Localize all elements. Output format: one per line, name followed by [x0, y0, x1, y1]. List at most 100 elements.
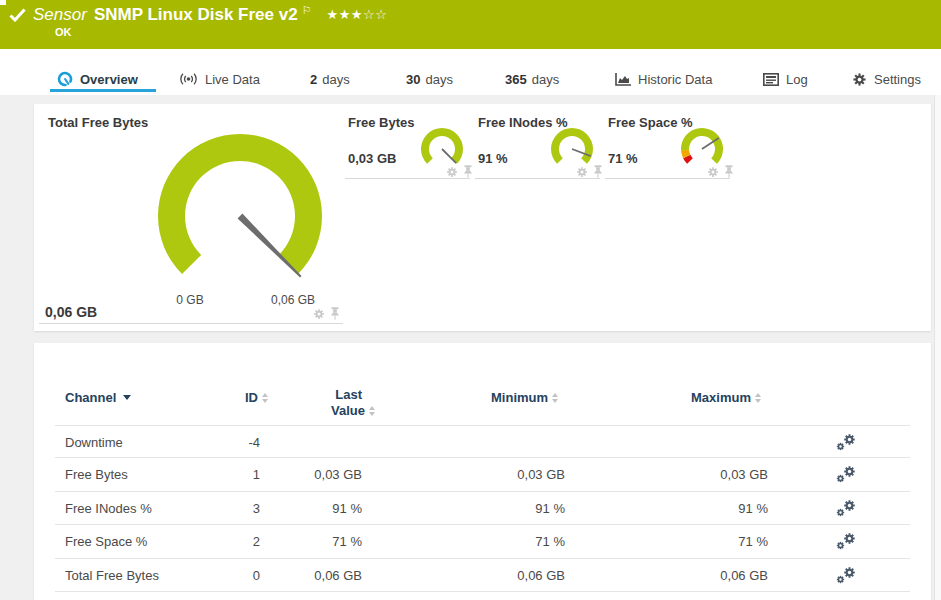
- sensor-status-badge: OK: [55, 26, 72, 38]
- table-row-free-bytes[interactable]: Free Bytes 1 0,03 GB 0,03 GB 0,03 GB: [55, 458, 910, 491]
- sort-icon: [262, 393, 268, 403]
- tab-log-label: Log: [786, 72, 808, 87]
- channel-last-value: 0,06 GB: [275, 568, 362, 583]
- pin-icon[interactable]: [463, 165, 473, 178]
- gauge-max-label: 0,06 GB: [253, 293, 333, 307]
- channel-name[interactable]: Free INodes %: [65, 501, 152, 516]
- column-header-maximum-label: Maximum: [691, 390, 751, 405]
- area-chart-icon: [615, 73, 631, 86]
- divider: [475, 178, 600, 179]
- sort-caret-icon: [123, 395, 131, 400]
- channel-last-value: 91 %: [275, 501, 362, 516]
- channels-panel: Channel ID Last Value Minimum Maximum Do…: [34, 343, 931, 600]
- tab-30-days-num: 30: [406, 72, 420, 87]
- gauge-icon: [57, 71, 73, 87]
- channel-last-value: 0,03 GB: [275, 467, 362, 482]
- table-row-free-space[interactable]: Free Space % 2 71 % 71 % 71 %: [55, 525, 910, 558]
- gauge-value-total-free-bytes: 0,06 GB: [45, 304, 97, 320]
- tab-log[interactable]: Log: [763, 65, 808, 93]
- table-row-free-inodes[interactable]: Free INodes % 3 91 % 91 % 91 %: [55, 492, 910, 525]
- gauge-total-free-bytes[interactable]: [150, 126, 330, 306]
- tab-overview-label: Overview: [80, 72, 138, 87]
- channel-id: 0: [175, 568, 260, 583]
- gauge-actions: [313, 307, 340, 320]
- sensor-header: Sensor SNMP Linux Disk Free v2 ⚐ ★★★☆☆ O…: [0, 0, 941, 49]
- pin-icon[interactable]: [724, 165, 734, 178]
- tab-settings-label: Settings: [874, 72, 921, 87]
- sort-icon: [755, 393, 761, 403]
- gauge-settings-icon[interactable]: [446, 166, 458, 178]
- gauge-title-total-free-bytes: Total Free Bytes: [48, 115, 148, 130]
- channel-id: -4: [175, 435, 260, 450]
- channel-minimum: 0,03 GB: [435, 467, 565, 482]
- divider: [605, 178, 730, 179]
- gauges-panel: Total Free Bytes 0 GB 0,06 GB 0,06 GB Fr…: [34, 104, 931, 331]
- column-header-last-label: Last: [274, 387, 362, 403]
- sensor-title: SNMP Linux Disk Free v2: [94, 5, 298, 25]
- table-body: Downtime -4 Free Bytes 1 0,03 GB 0,03 GB…: [55, 425, 910, 592]
- tab-30-days-label: days: [425, 72, 452, 87]
- channel-name[interactable]: Downtime: [65, 435, 123, 450]
- tab-settings[interactable]: Settings: [852, 65, 921, 93]
- channel-settings-icon[interactable]: [835, 465, 859, 487]
- pin-icon[interactable]: [593, 165, 603, 178]
- channel-minimum: 0,06 GB: [435, 568, 565, 583]
- scrollbar-track[interactable]: [934, 49, 941, 600]
- gauge-settings-icon[interactable]: [707, 166, 719, 178]
- column-header-last-value[interactable]: Last Value: [274, 387, 362, 419]
- channel-id: 3: [175, 501, 260, 516]
- channel-name[interactable]: Free Space %: [65, 534, 147, 549]
- tab-live-data[interactable]: Live Data: [179, 65, 260, 93]
- channel-settings-icon[interactable]: [835, 532, 859, 554]
- priority-stars[interactable]: ★★★☆☆: [327, 7, 388, 22]
- table-header: Channel ID Last Value Minimum Maximum: [34, 343, 931, 425]
- channel-settings-icon[interactable]: [835, 499, 859, 521]
- tab-365-days-label: days: [532, 72, 559, 87]
- tab-365-days[interactable]: 365 days: [505, 65, 559, 93]
- tab-historic-data[interactable]: Historic Data: [615, 65, 712, 93]
- corner-notch: [0, 0, 6, 5]
- channel-settings-icon[interactable]: [835, 433, 859, 455]
- gauge-actions: [707, 165, 734, 178]
- column-header-id[interactable]: ID: [245, 390, 268, 405]
- log-icon: [763, 73, 779, 86]
- channel-name[interactable]: Free Bytes: [65, 467, 128, 482]
- gauge-title-free-bytes: Free Bytes: [348, 115, 414, 130]
- divider: [345, 178, 470, 179]
- tab-live-data-label: Live Data: [205, 72, 260, 87]
- column-header-channel[interactable]: Channel: [65, 390, 131, 405]
- sensor-type-label: Sensor: [33, 5, 87, 25]
- tab-30-days[interactable]: 30 days: [406, 65, 453, 93]
- gauge-value-free-bytes: 0,03 GB: [348, 151, 396, 166]
- status-ok-icon: [9, 8, 26, 22]
- channel-settings-icon[interactable]: [835, 566, 859, 588]
- pin-icon[interactable]: [330, 307, 340, 320]
- tab-bar: Overview Live Data 2 days 30 days 365 da…: [0, 49, 941, 95]
- column-header-maximum[interactable]: Maximum: [691, 390, 761, 405]
- channel-id: 2: [175, 534, 260, 549]
- column-header-minimum[interactable]: Minimum: [491, 390, 558, 405]
- broadcast-icon: [179, 72, 198, 86]
- stars-filled[interactable]: ★★★: [327, 7, 363, 22]
- gauge-value-free-inodes: 91 %: [478, 151, 508, 166]
- column-header-value-label: Value: [331, 403, 365, 419]
- gauge-settings-icon[interactable]: [576, 166, 588, 178]
- column-header-minimum-label: Minimum: [491, 390, 548, 405]
- flag-icon[interactable]: ⚐: [302, 4, 312, 17]
- tab-2-days-label: days: [322, 72, 349, 87]
- sort-icon: [369, 406, 375, 416]
- gauge-actions: [576, 165, 603, 178]
- channel-minimum: 91 %: [435, 501, 565, 516]
- channel-maximum: 0,06 GB: [635, 568, 768, 583]
- gauge-settings-icon[interactable]: [313, 308, 325, 320]
- tab-365-days-num: 365: [505, 72, 527, 87]
- stars-empty[interactable]: ☆☆: [363, 7, 387, 22]
- table-row-total-free-bytes[interactable]: Total Free Bytes 0 0,06 GB 0,06 GB 0,06 …: [55, 559, 910, 592]
- channel-name[interactable]: Total Free Bytes: [65, 568, 159, 583]
- gauge-min-label: 0 GB: [150, 293, 230, 307]
- channel-id: 1: [175, 467, 260, 482]
- tab-historic-data-label: Historic Data: [638, 72, 712, 87]
- table-row-downtime[interactable]: Downtime -4: [55, 425, 910, 458]
- tab-2-days[interactable]: 2 days: [310, 65, 350, 93]
- tab-2-days-num: 2: [310, 72, 317, 87]
